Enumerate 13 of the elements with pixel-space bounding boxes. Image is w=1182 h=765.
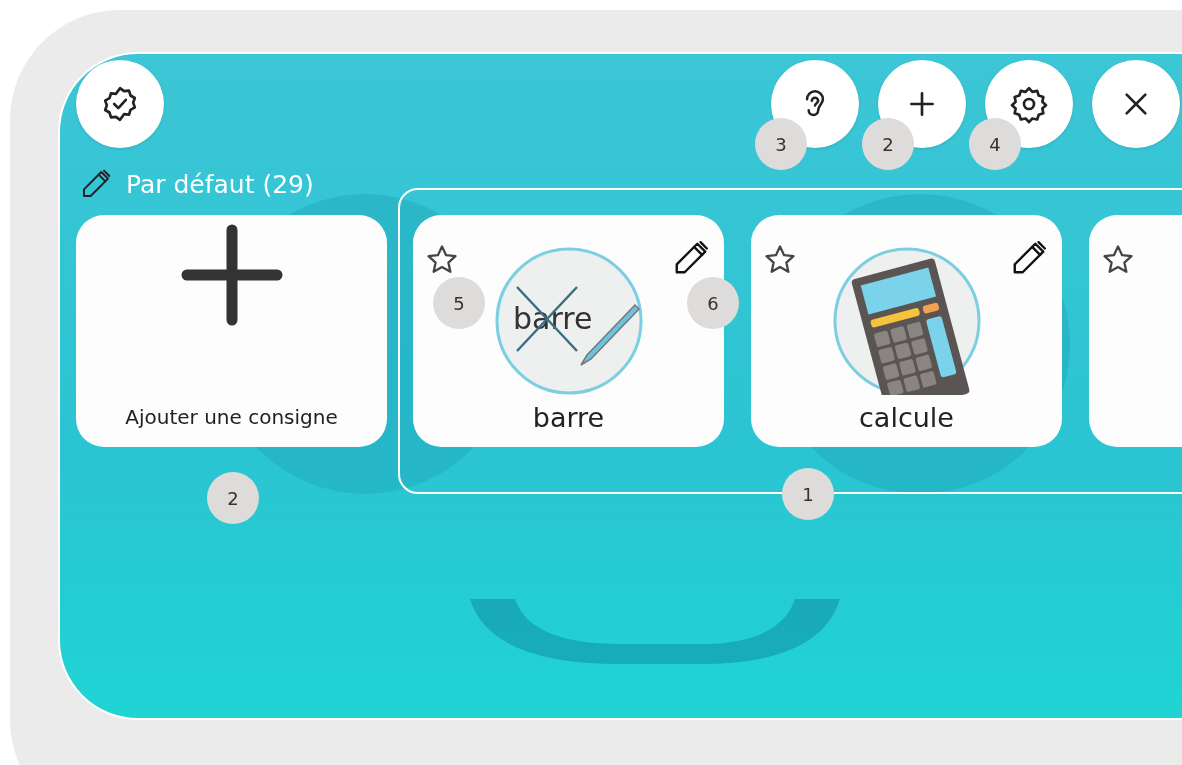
category-title: Par défaut (29) bbox=[126, 169, 314, 199]
number-badge: 3 bbox=[755, 118, 807, 170]
number-badge: 1 bbox=[782, 468, 834, 520]
number-badge: 5 bbox=[433, 277, 485, 329]
instruction-card[interactable]: calcule bbox=[751, 215, 1062, 447]
add-instruction-card[interactable]: Ajouter une consigne bbox=[76, 215, 387, 447]
number-badge: 2 bbox=[207, 472, 259, 524]
number-badge: 4 bbox=[969, 118, 1021, 170]
card-label: calcule bbox=[859, 402, 954, 433]
card-label: barre bbox=[532, 402, 605, 433]
settings-icon bbox=[1009, 84, 1049, 124]
number-badge: 2 bbox=[862, 118, 914, 170]
pen-icon bbox=[80, 168, 112, 200]
